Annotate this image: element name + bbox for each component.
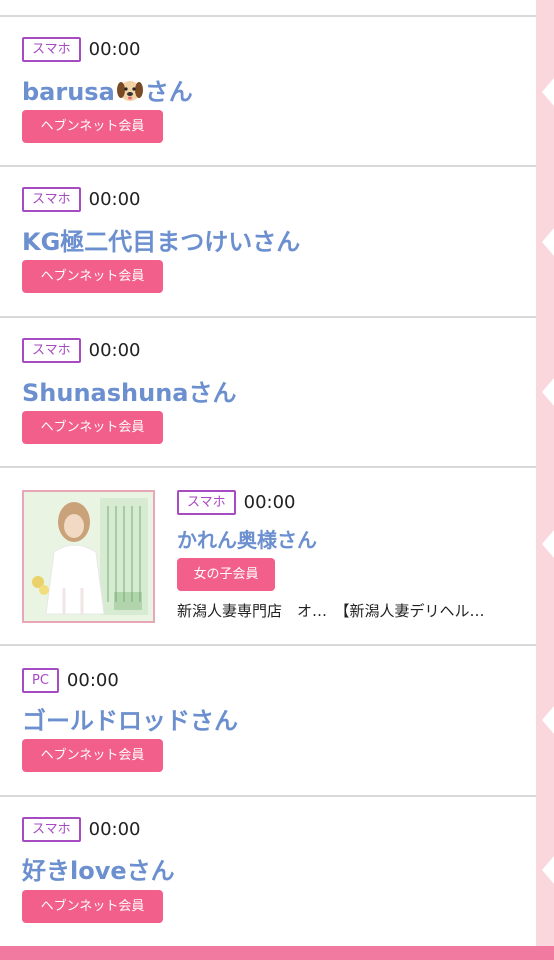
visitor-name-link[interactable]: KG極二代目まつけいさん: [22, 222, 300, 257]
visitor-name-link[interactable]: 好きloveさん: [22, 851, 175, 886]
device-badge: スマホ: [177, 490, 236, 515]
member-badge: 女の子会員: [177, 558, 275, 591]
member-badge: ヘブンネット会員: [22, 739, 163, 772]
device-badge: スマホ: [22, 37, 81, 62]
list-item[interactable]: スマホ 00:00 Shunashunaさん ヘブンネット会員: [0, 318, 536, 468]
dog-face-icon: [116, 81, 143, 101]
visitor-name-link[interactable]: ゴールドロッドさん: [22, 701, 238, 736]
profile-thumbnail[interactable]: [22, 490, 155, 623]
shop-line[interactable]: 新潟人妻専門店 オ… 【新潟人妻デリヘル…: [177, 600, 485, 621]
visitor-name-suffix: さん: [144, 78, 193, 106]
visitor-name-link[interactable]: かれん奥様さん: [177, 524, 317, 553]
device-badge: PC: [22, 668, 59, 693]
list-item[interactable]: スマホ 00:00 かれん奥様さん 女の子会員 新潟人妻専門店 オ… 【新潟人妻…: [0, 468, 536, 646]
member-badge: ヘブンネット会員: [22, 411, 163, 444]
bottom-bar: [0, 946, 554, 960]
visitor-list: スマホ 00:00 barusa さん ヘブンネット会員 スマホ 00:00 K…: [0, 0, 536, 960]
list-item[interactable]: スマホ 00:00 好きloveさん ヘブンネット会員: [0, 797, 536, 946]
access-time: 00:00: [88, 39, 141, 60]
device-badge: スマホ: [22, 817, 81, 842]
visitor-name-link[interactable]: Shunashunaさん: [22, 373, 236, 408]
visitor-name-part: barusa: [22, 78, 115, 106]
list-item[interactable]: PC 00:00 ゴールドロッドさん ヘブンネット会員: [0, 646, 536, 797]
list-item[interactable]: スマホ 00:00 barusa さん ヘブンネット会員: [0, 17, 536, 167]
side-decoration-strip: [536, 0, 554, 960]
access-time: 00:00: [88, 189, 141, 210]
device-badge: スマホ: [22, 338, 81, 363]
access-time: 00:00: [66, 670, 119, 691]
member-badge: ヘブンネット会員: [22, 110, 163, 143]
access-time: 00:00: [88, 819, 141, 840]
device-badge: スマホ: [22, 187, 81, 212]
list-item[interactable]: スマホ 00:00 KG極二代目まつけいさん ヘブンネット会員: [0, 167, 536, 318]
access-time: 00:00: [243, 492, 296, 513]
member-badge: ヘブンネット会員: [22, 260, 163, 293]
member-badge: ヘブンネット会員: [22, 890, 163, 923]
profile-photo-icon: [24, 492, 153, 621]
access-time: 00:00: [88, 340, 141, 361]
visitor-name-link[interactable]: barusa さん: [22, 72, 193, 107]
